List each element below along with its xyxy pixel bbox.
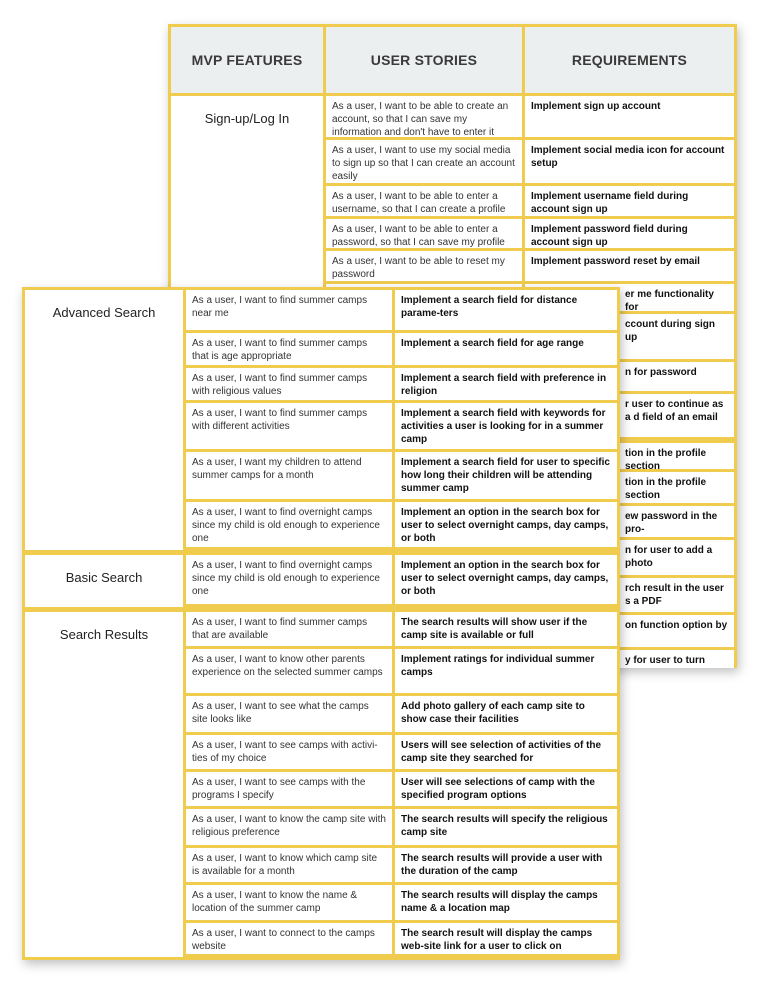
feature-search-results: Search Results <box>25 612 183 957</box>
requirement-cell: The search results will display the camp… <box>395 885 617 920</box>
requirement-cell: The search results will specify the reli… <box>395 809 617 845</box>
requirement-cell: Implement a search field for distance pa… <box>395 290 617 330</box>
requirement-cell: Implement password reset by email <box>525 251 734 281</box>
user-story-cell: As a user, I want to use my social media… <box>326 140 522 183</box>
requirement-cell: The search result will display the camps… <box>395 923 617 954</box>
feature-advanced-search: Advanced Search <box>25 290 183 550</box>
header-requirements: REQUIREMENTS <box>525 27 734 93</box>
header-mvp-features: MVP FEATURES <box>171 27 323 93</box>
user-story-cell: As a user, I want to find overnight camp… <box>186 555 392 604</box>
user-story-cell: As a user, I want to find summer camps t… <box>186 612 392 646</box>
user-story-cell: As a user, I want to be able to enter a … <box>326 219 522 248</box>
header-user-stories: USER STORIES <box>326 27 522 93</box>
requirement-cell: Add photo gallery of each camp site to s… <box>395 696 617 732</box>
user-story-cell: As a user, I want my children to attend … <box>186 452 392 499</box>
front-requirements-table: Advanced Search As a user, I want to find… <box>22 287 620 960</box>
user-story-cell: As a user, I want to be able to reset my… <box>326 251 522 281</box>
feature-basic-search: Basic Search <box>25 555 183 607</box>
requirement-cell: Implement an option in the search box fo… <box>395 555 617 604</box>
requirement-cell: Implement username field during account … <box>525 186 734 216</box>
user-story-cell: As a user, I want to find summer camps w… <box>186 368 392 400</box>
user-story-cell: As a user, I want to see camps with acti… <box>186 735 392 769</box>
requirement-cell: The search results will show user if the… <box>395 612 617 646</box>
user-story-cell: As a user, I want to find summer camps w… <box>186 403 392 449</box>
user-story-cell: As a user, I want to be able to enter a … <box>326 186 522 216</box>
requirement-cell: Implement a search field with keywords f… <box>395 403 617 449</box>
user-story-cell: As a user, I want to be able to create a… <box>326 96 522 137</box>
requirement-cell: Implement an option in the search box fo… <box>395 502 617 547</box>
user-story-cell: As a user, I want to know the name & loc… <box>186 885 392 920</box>
requirement-cell: Implement password field during account … <box>525 219 734 248</box>
user-story-cell: As a user, I want to connect to the camp… <box>186 923 392 954</box>
requirement-cell: Implement ratings for individual summer … <box>395 649 617 693</box>
requirement-cell: Implement a search field for user to spe… <box>395 452 617 499</box>
user-story-cell: As a user, I want to find summer camps t… <box>186 333 392 365</box>
requirement-cell: Implement a search field with preference… <box>395 368 617 400</box>
requirement-cell: Implement a search field for age range <box>395 333 617 365</box>
user-story-cell: As a user, I want to see camps with the … <box>186 772 392 806</box>
requirement-cell: Implement sign up account <box>525 96 734 137</box>
requirement-cell: The search results will provide a user w… <box>395 848 617 882</box>
requirement-cell: Implement social media icon for account … <box>525 140 734 183</box>
user-story-cell: As a user, I want to know which camp sit… <box>186 848 392 882</box>
user-story-cell: As a user, I want to see what the camps … <box>186 696 392 732</box>
requirement-cell: User will see selections of camp with th… <box>395 772 617 806</box>
requirement-cell: Users will see selection of activities o… <box>395 735 617 769</box>
user-story-cell: As a user, I want to find summer camps n… <box>186 290 392 330</box>
user-story-cell: As a user, I want to find overnight camp… <box>186 502 392 547</box>
user-story-cell: As a user, I want to know other parents … <box>186 649 392 693</box>
user-story-cell: As a user, I want to know the camp site … <box>186 809 392 845</box>
